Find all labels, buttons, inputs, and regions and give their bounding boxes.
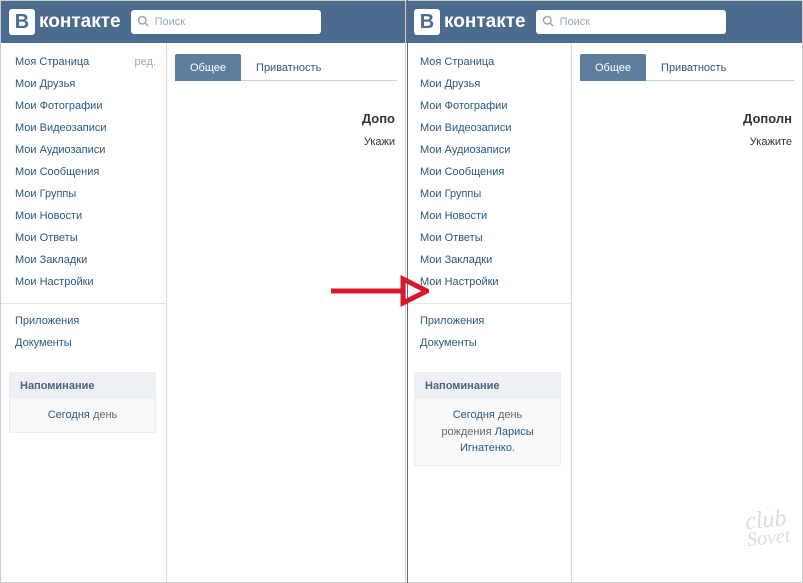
nav-bookmarks[interactable]: Мои Закладки [420, 254, 492, 266]
nav-friends[interactable]: Мои Друзья [420, 78, 480, 90]
logo-text: контакте [39, 11, 121, 33]
nav-videos[interactable]: Мои Видеозаписи [15, 122, 107, 134]
nav-groups[interactable]: Мои Группы [15, 188, 76, 200]
search-icon [542, 15, 554, 30]
nav-audio[interactable]: Мои Аудиозаписи [15, 144, 105, 156]
nav-main: Моя Страница ред. Мои Друзья Мои Фотограф… [1, 51, 166, 304]
panel-after: В контакте Поиск Моя Страница Мои Друзья… [406, 0, 803, 583]
reminder-name-link-2[interactable]: Игнатенко [460, 442, 512, 454]
sidebar: Моя Страница ред. Мои Друзья Мои Фотограф… [1, 43, 166, 582]
nav-news[interactable]: Мои Новости [15, 210, 82, 222]
reminder-name-link[interactable]: Ларисы [495, 426, 534, 438]
section-text: Укажи [175, 136, 397, 148]
nav-messages[interactable]: Мои Сообщения [420, 166, 504, 178]
reminder-body: Сегодня день [10, 399, 155, 432]
nav-answers[interactable]: Мои Ответы [15, 232, 78, 244]
reminder-box: Напоминание Сегодня день [9, 372, 156, 433]
nav-my-page[interactable]: Моя Страница [420, 56, 494, 68]
reminder-today-link[interactable]: Сегодня [453, 409, 495, 421]
tab-privacy[interactable]: Приватность [241, 54, 336, 81]
nav-videos[interactable]: Мои Видеозаписи [420, 122, 512, 134]
content-area: Общее Приватность Дополн Укажите [571, 43, 802, 582]
nav-my-page[interactable]: Моя Страница [15, 56, 89, 68]
header: В контакте Поиск [406, 1, 802, 43]
logo[interactable]: В контакте [414, 9, 526, 35]
reminder-today-link[interactable]: Сегодня [48, 409, 90, 421]
tabs: Общее Приватность [175, 53, 397, 81]
nav-apps[interactable]: Приложения [15, 315, 79, 327]
nav-settings[interactable]: Мои Настройки [420, 276, 499, 288]
nav-secondary: Приложения Документы [406, 310, 571, 364]
reminder-box: Напоминание Сегодня день рождения Ларисы… [414, 372, 561, 466]
nav-edit-link[interactable]: ред. [135, 56, 156, 68]
nav-friends[interactable]: Мои Друзья [15, 78, 75, 90]
nav-documents[interactable]: Документы [420, 337, 477, 349]
search-input[interactable]: Поиск [536, 10, 726, 34]
reminder-body: Сегодня день рождения Ларисы Игнатенко. [415, 399, 560, 465]
search-placeholder: Поиск [155, 16, 185, 28]
tab-general[interactable]: Общее [580, 54, 646, 81]
arrow-annotation-icon [327, 274, 429, 308]
logo-text: контакте [444, 11, 526, 33]
nav-photos[interactable]: Мои Фотографии [15, 100, 102, 112]
reminder-title: Напоминание [415, 373, 560, 399]
nav-main: Моя Страница Мои Друзья Мои Фотографии М… [406, 51, 571, 304]
logo-icon: В [9, 9, 35, 35]
nav-groups[interactable]: Мои Группы [420, 188, 481, 200]
reminder-period: . [512, 442, 515, 454]
section-heading: Дополн [580, 111, 794, 126]
nav-audio[interactable]: Мои Аудиозаписи [420, 144, 510, 156]
watermark: club Sovet [744, 507, 791, 549]
logo[interactable]: В контакте [9, 9, 121, 35]
nav-answers[interactable]: Мои Ответы [420, 232, 483, 244]
reminder-text-day: день [498, 409, 522, 421]
section-text: Укажите [580, 136, 794, 148]
nav-settings[interactable]: Мои Настройки [15, 276, 94, 288]
header: В контакте Поиск [1, 1, 405, 43]
content-area: Общее Приватность Допо Укажи [166, 43, 405, 582]
tab-privacy[interactable]: Приватность [646, 54, 741, 81]
reminder-day-text: день [93, 409, 117, 421]
search-icon [137, 15, 149, 30]
watermark-line2: Sovet [746, 528, 791, 549]
tab-general[interactable]: Общее [175, 54, 241, 81]
nav-bookmarks[interactable]: Мои Закладки [15, 254, 87, 266]
nav-secondary: Приложения Документы [1, 310, 166, 364]
tabs: Общее Приватность [580, 53, 794, 81]
nav-photos[interactable]: Мои Фотографии [420, 100, 507, 112]
nav-news[interactable]: Мои Новости [420, 210, 487, 222]
reminder-title: Напоминание [10, 373, 155, 399]
nav-messages[interactable]: Мои Сообщения [15, 166, 99, 178]
sidebar: Моя Страница Мои Друзья Мои Фотографии М… [406, 43, 571, 582]
nav-documents[interactable]: Документы [15, 337, 72, 349]
section-heading: Допо [175, 111, 397, 126]
logo-icon: В [414, 9, 440, 35]
nav-apps[interactable]: Приложения [420, 315, 484, 327]
reminder-text-birthday: рождения [441, 426, 491, 438]
search-placeholder: Поиск [560, 16, 590, 28]
search-input[interactable]: Поиск [131, 10, 321, 34]
